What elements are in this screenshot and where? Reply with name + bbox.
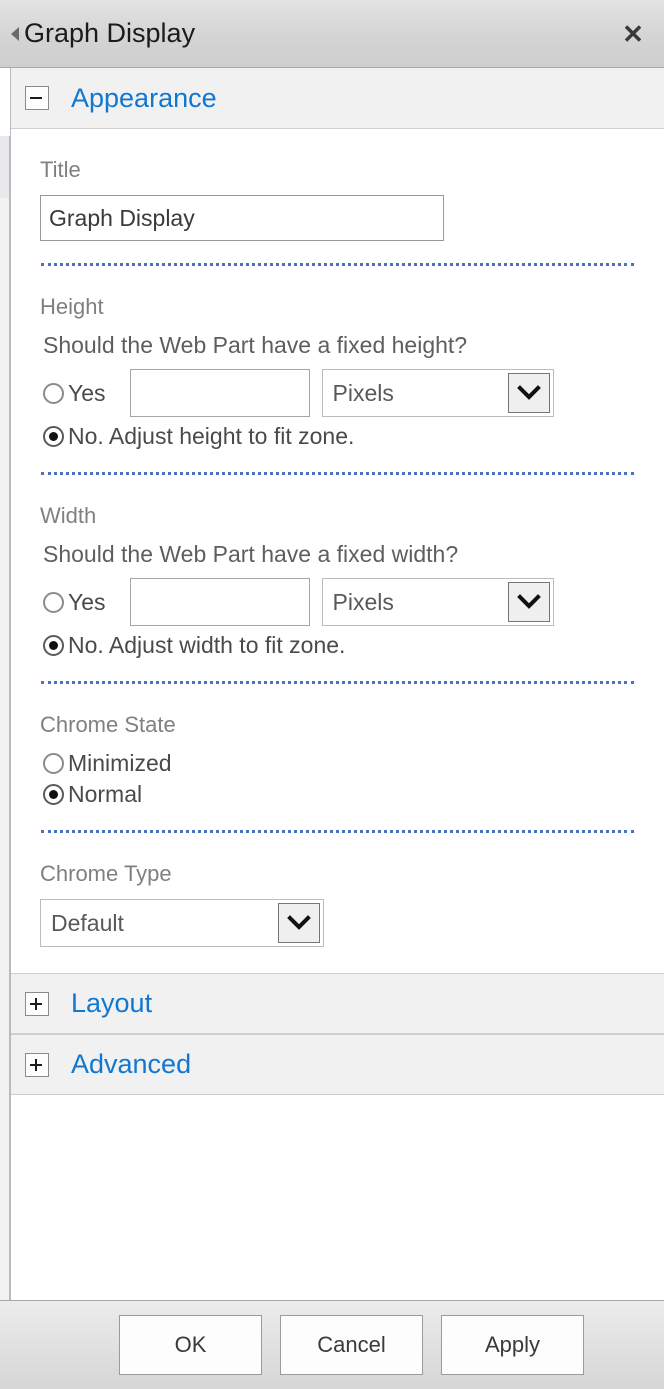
width-question: Should the Web Part have a fixed width? (43, 541, 459, 567)
chrome-type-select[interactable]: Default (40, 899, 324, 947)
height-fixed-row: Yes Pixels (33, 369, 642, 417)
left-gutter (0, 136, 10, 1300)
ok-button[interactable]: OK (119, 1315, 262, 1375)
chrome-state-label: Chrome State (40, 712, 176, 737)
chrome-state-minimized-row: Minimized (33, 750, 642, 777)
height-no-text: No. Adjust height to fit zone. (68, 423, 355, 449)
separator-after-width (41, 681, 634, 684)
height-yes-radio-label[interactable]: Yes (43, 380, 106, 407)
height-no-radio-label[interactable]: No. Adjust height to fit zone. (43, 423, 354, 450)
chevron-down-icon[interactable] (507, 582, 550, 622)
height-no-radio[interactable] (43, 426, 64, 447)
height-units-value: Pixels (332, 379, 394, 406)
width-yes-radio-label[interactable]: Yes (43, 589, 106, 616)
chevron-down-icon[interactable] (278, 903, 320, 943)
separator-after-chrome-state (41, 830, 634, 833)
width-group-label: Width (40, 503, 97, 528)
chevron-down-icon[interactable] (507, 373, 550, 413)
appearance-section-content: Title Height Should the Web Part have a … (11, 157, 664, 973)
chrome-type-label: Chrome Type (40, 861, 172, 886)
back-arrow-icon[interactable] (8, 23, 22, 45)
panel-body-inner: Appearance Title Height Should the Web P… (10, 68, 664, 1300)
chrome-state-minimized-text: Minimized (68, 750, 172, 776)
separator-after-title (41, 263, 634, 266)
panel-body: Appearance Title Height Should the Web P… (0, 68, 664, 1300)
chrome-state-normal-text: Normal (68, 781, 143, 807)
separator-after-height (41, 472, 634, 475)
expand-plus-icon[interactable] (25, 991, 49, 1016)
width-fixed-row: Yes Pixels (33, 578, 642, 626)
title-field-label: Title (40, 157, 81, 182)
width-no-text: No. Adjust width to fit zone. (68, 632, 346, 658)
height-question: Should the Web Part have a fixed height? (43, 332, 468, 358)
close-icon[interactable]: ✕ (616, 17, 650, 51)
cancel-button[interactable]: Cancel (280, 1315, 423, 1375)
section-header-appearance[interactable]: Appearance (11, 68, 664, 129)
web-part-properties-panel: Graph Display ✕ Appearance Title Height … (0, 0, 664, 1389)
collapse-minus-icon[interactable] (25, 86, 49, 110)
section-title-appearance: Appearance (71, 82, 217, 113)
chrome-state-normal-label[interactable]: Normal (43, 781, 142, 808)
width-no-row: No. Adjust width to fit zone. (33, 632, 642, 659)
expand-plus-icon[interactable] (25, 1052, 49, 1077)
section-header-layout[interactable]: Layout (11, 973, 664, 1034)
width-yes-radio[interactable] (43, 591, 64, 613)
width-yes-text: Yes (68, 588, 106, 615)
apply-button[interactable]: Apply (441, 1315, 584, 1375)
title-input[interactable] (40, 195, 444, 241)
width-units-value: Pixels (332, 588, 394, 615)
panel-footer: OK Cancel Apply (0, 1300, 664, 1389)
width-units-select[interactable]: Pixels (321, 578, 554, 626)
width-no-radio[interactable] (43, 635, 64, 656)
height-yes-text: Yes (68, 379, 106, 406)
height-group-label: Height (40, 294, 104, 319)
section-title-advanced: Advanced (71, 1049, 192, 1079)
chrome-state-minimized-label[interactable]: Minimized (43, 750, 172, 777)
section-header-advanced[interactable]: Advanced (11, 1034, 664, 1095)
panel-titlebar: Graph Display ✕ (0, 0, 664, 68)
width-no-radio-label[interactable]: No. Adjust width to fit zone. (43, 632, 345, 659)
height-yes-radio[interactable] (43, 382, 64, 404)
height-no-row: No. Adjust height to fit zone. (33, 423, 642, 450)
left-gutter-highlight (0, 136, 9, 198)
chrome-state-normal-row: Normal (33, 781, 642, 808)
section-title-layout: Layout (71, 988, 153, 1018)
panel-title: Graph Display (24, 18, 196, 48)
chrome-state-minimized-radio[interactable] (43, 753, 64, 774)
height-units-select[interactable]: Pixels (321, 369, 554, 417)
chrome-type-value: Default (51, 909, 124, 936)
chrome-state-normal-radio[interactable] (43, 784, 64, 805)
height-value-input[interactable] (129, 369, 310, 417)
width-value-input[interactable] (129, 578, 310, 626)
